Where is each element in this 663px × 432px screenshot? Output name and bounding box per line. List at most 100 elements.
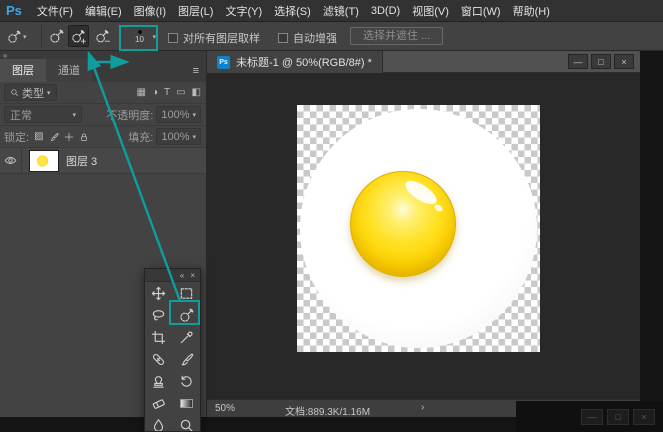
close-panel-icon[interactable]: × xyxy=(190,271,195,280)
fill-value-dropdown[interactable]: 100% ▾ xyxy=(156,128,201,145)
menu-type[interactable]: 文字(Y) xyxy=(219,3,268,19)
menu-select[interactable]: 选择(S) xyxy=(268,3,317,19)
menu-3d[interactable]: 3D(D) xyxy=(365,5,406,17)
fill-group: 填充: 100% ▾ xyxy=(128,128,201,145)
lock-position-icon[interactable] xyxy=(64,132,74,142)
photoshop-window: Ps 文件(F) 编辑(E) 图像(I) 图层(L) 文字(Y) 选择(S) 滤… xyxy=(0,0,663,432)
layer-name[interactable]: 图层 3 xyxy=(66,153,97,169)
sample-all-layers-checkbox[interactable]: 对所有图层取样 xyxy=(168,30,260,46)
document-file-icon: Ps xyxy=(217,56,230,69)
document-tab-strip: Ps 未标题-1 @ 50%(RGB/8#) * — □ × xyxy=(207,51,640,73)
shape-filter-icon[interactable]: ▭ xyxy=(176,87,185,98)
search-icon xyxy=(10,88,19,97)
egg-white xyxy=(300,109,537,348)
background-maximize-button[interactable]: □ xyxy=(607,409,629,425)
history-brush-icon xyxy=(179,374,194,389)
clone-stamp-icon xyxy=(151,374,166,389)
desktop-background-right xyxy=(640,51,663,432)
history-brush-tool-button[interactable] xyxy=(173,370,201,392)
layer-visibility-toggle[interactable] xyxy=(0,148,22,173)
tab-layers[interactable]: 图层 xyxy=(0,59,46,82)
tools-panel: « × xyxy=(144,268,201,432)
type-filter-icon[interactable]: T xyxy=(164,87,170,98)
chevron-down-icon: ▾ xyxy=(192,133,196,141)
panel-menu-icon[interactable]: ≡ xyxy=(193,65,199,77)
minimize-button[interactable]: — xyxy=(568,54,588,69)
document-size-info: 文档:889.3K/1.16M xyxy=(285,403,370,418)
menu-edit[interactable]: 编辑(E) xyxy=(79,3,128,19)
canvas[interactable] xyxy=(207,73,640,399)
auto-enhance-checkbox[interactable]: 自动增强 xyxy=(278,30,337,46)
blend-opacity-row: 正常 ▾ 不透明度: 100% ▾ xyxy=(0,104,206,126)
dodge-icon xyxy=(179,418,194,432)
crop-tool-button[interactable] xyxy=(145,326,173,348)
lock-transparency-icon[interactable]: ▨ xyxy=(34,131,43,142)
lock-icons: ▨ xyxy=(34,131,88,142)
highlight-box-brush-size xyxy=(119,25,158,51)
menu-window[interactable]: 窗口(W) xyxy=(455,3,507,19)
eraser-icon xyxy=(151,396,166,411)
background-minimize-button[interactable]: — xyxy=(581,409,603,425)
eraser-tool-button[interactable] xyxy=(145,392,173,414)
checkbox-box xyxy=(168,33,178,43)
layer-row[interactable]: 图层 3 xyxy=(0,148,206,174)
lock-fill-row: 锁定: ▨ 填充: 100% ▾ xyxy=(0,126,206,148)
menu-file[interactable]: 文件(F) xyxy=(31,3,79,19)
opacity-value-dropdown[interactable]: 100% ▾ xyxy=(156,106,201,123)
new-selection-button[interactable] xyxy=(46,25,67,47)
menu-help[interactable]: 帮助(H) xyxy=(507,3,556,19)
tool-preset-picker[interactable]: ▾ xyxy=(4,26,38,47)
opacity-group: 不透明度: 100% ▾ xyxy=(106,106,201,123)
brush-tool-button[interactable] xyxy=(173,348,201,370)
clone-stamp-tool-button[interactable] xyxy=(145,370,173,392)
select-and-mask-button[interactable]: 选择并遮住 ... xyxy=(350,27,443,45)
close-button[interactable]: × xyxy=(614,54,634,69)
chevron-down-icon: ▾ xyxy=(23,33,27,41)
menu-layer[interactable]: 图层(L) xyxy=(172,3,219,19)
healing-bandage-icon xyxy=(151,352,166,367)
background-close-button[interactable]: × xyxy=(633,409,655,425)
status-options-arrow[interactable]: › xyxy=(421,402,424,413)
quick-selection-tool-icon xyxy=(7,30,21,44)
crop-icon xyxy=(151,330,166,345)
collapse-panel-icon[interactable]: « xyxy=(180,271,184,280)
opacity-label: 不透明度: xyxy=(106,107,153,123)
maximize-button[interactable]: □ xyxy=(591,54,611,69)
filter-kind-dropdown[interactable]: 类型 ▾ xyxy=(4,84,57,101)
auto-enhance-label: 自动增强 xyxy=(293,30,337,46)
new-selection-icon xyxy=(49,29,64,44)
menu-filter[interactable]: 滤镜(T) xyxy=(317,3,365,19)
yolk-highlight-small xyxy=(433,203,444,213)
eyedropper-icon xyxy=(179,330,194,345)
subtract-from-selection-icon xyxy=(95,29,110,44)
lock-pixels-brush-icon[interactable] xyxy=(49,132,59,142)
layer-filter-row: 类型 ▾ ▦ ◑ T ▭ ◧ xyxy=(0,82,206,104)
pixel-filter-icon[interactable]: ▦ xyxy=(136,87,145,98)
tab-channels[interactable]: 通道 xyxy=(46,59,92,82)
add-to-selection-button[interactable] xyxy=(68,25,89,47)
eyedropper-tool-button[interactable] xyxy=(173,326,201,348)
layer-thumbnail[interactable] xyxy=(29,150,59,172)
dodge-tool-button[interactable] xyxy=(173,414,201,432)
options-bar: ▾ 10 ▾ 对所有图层取样 xyxy=(0,22,663,51)
lock-all-icon[interactable] xyxy=(79,132,89,142)
blend-mode-dropdown[interactable]: 正常 ▾ xyxy=(4,106,82,123)
gradient-tool-button[interactable] xyxy=(173,392,201,414)
document-tab[interactable]: Ps 未标题-1 @ 50%(RGB/8#) * xyxy=(207,51,383,73)
photoshop-logo: Ps xyxy=(6,3,22,18)
smart-filter-icon[interactable]: ◧ xyxy=(192,87,201,98)
menu-bar: Ps 文件(F) 编辑(E) 图像(I) 图层(L) 文字(Y) 选择(S) 滤… xyxy=(0,0,663,22)
zoom-level-field[interactable]: 50% xyxy=(215,403,235,414)
tools-panel-header: « × xyxy=(145,269,200,282)
adjustment-filter-icon[interactable]: ◑ xyxy=(152,87,158,98)
brush-icon xyxy=(179,352,194,367)
eye-icon xyxy=(4,154,17,167)
menu-image[interactable]: 图像(I) xyxy=(128,3,172,19)
spot-healing-tool-button[interactable] xyxy=(145,348,173,370)
blur-tool-button[interactable] xyxy=(145,414,173,432)
window-controls: — □ × xyxy=(568,54,634,69)
menu-view[interactable]: 视图(V) xyxy=(406,3,455,19)
background-window-titlebar: — □ × xyxy=(516,401,663,432)
subtract-from-selection-button[interactable] xyxy=(92,25,113,47)
blend-mode-value: 正常 xyxy=(10,107,32,123)
